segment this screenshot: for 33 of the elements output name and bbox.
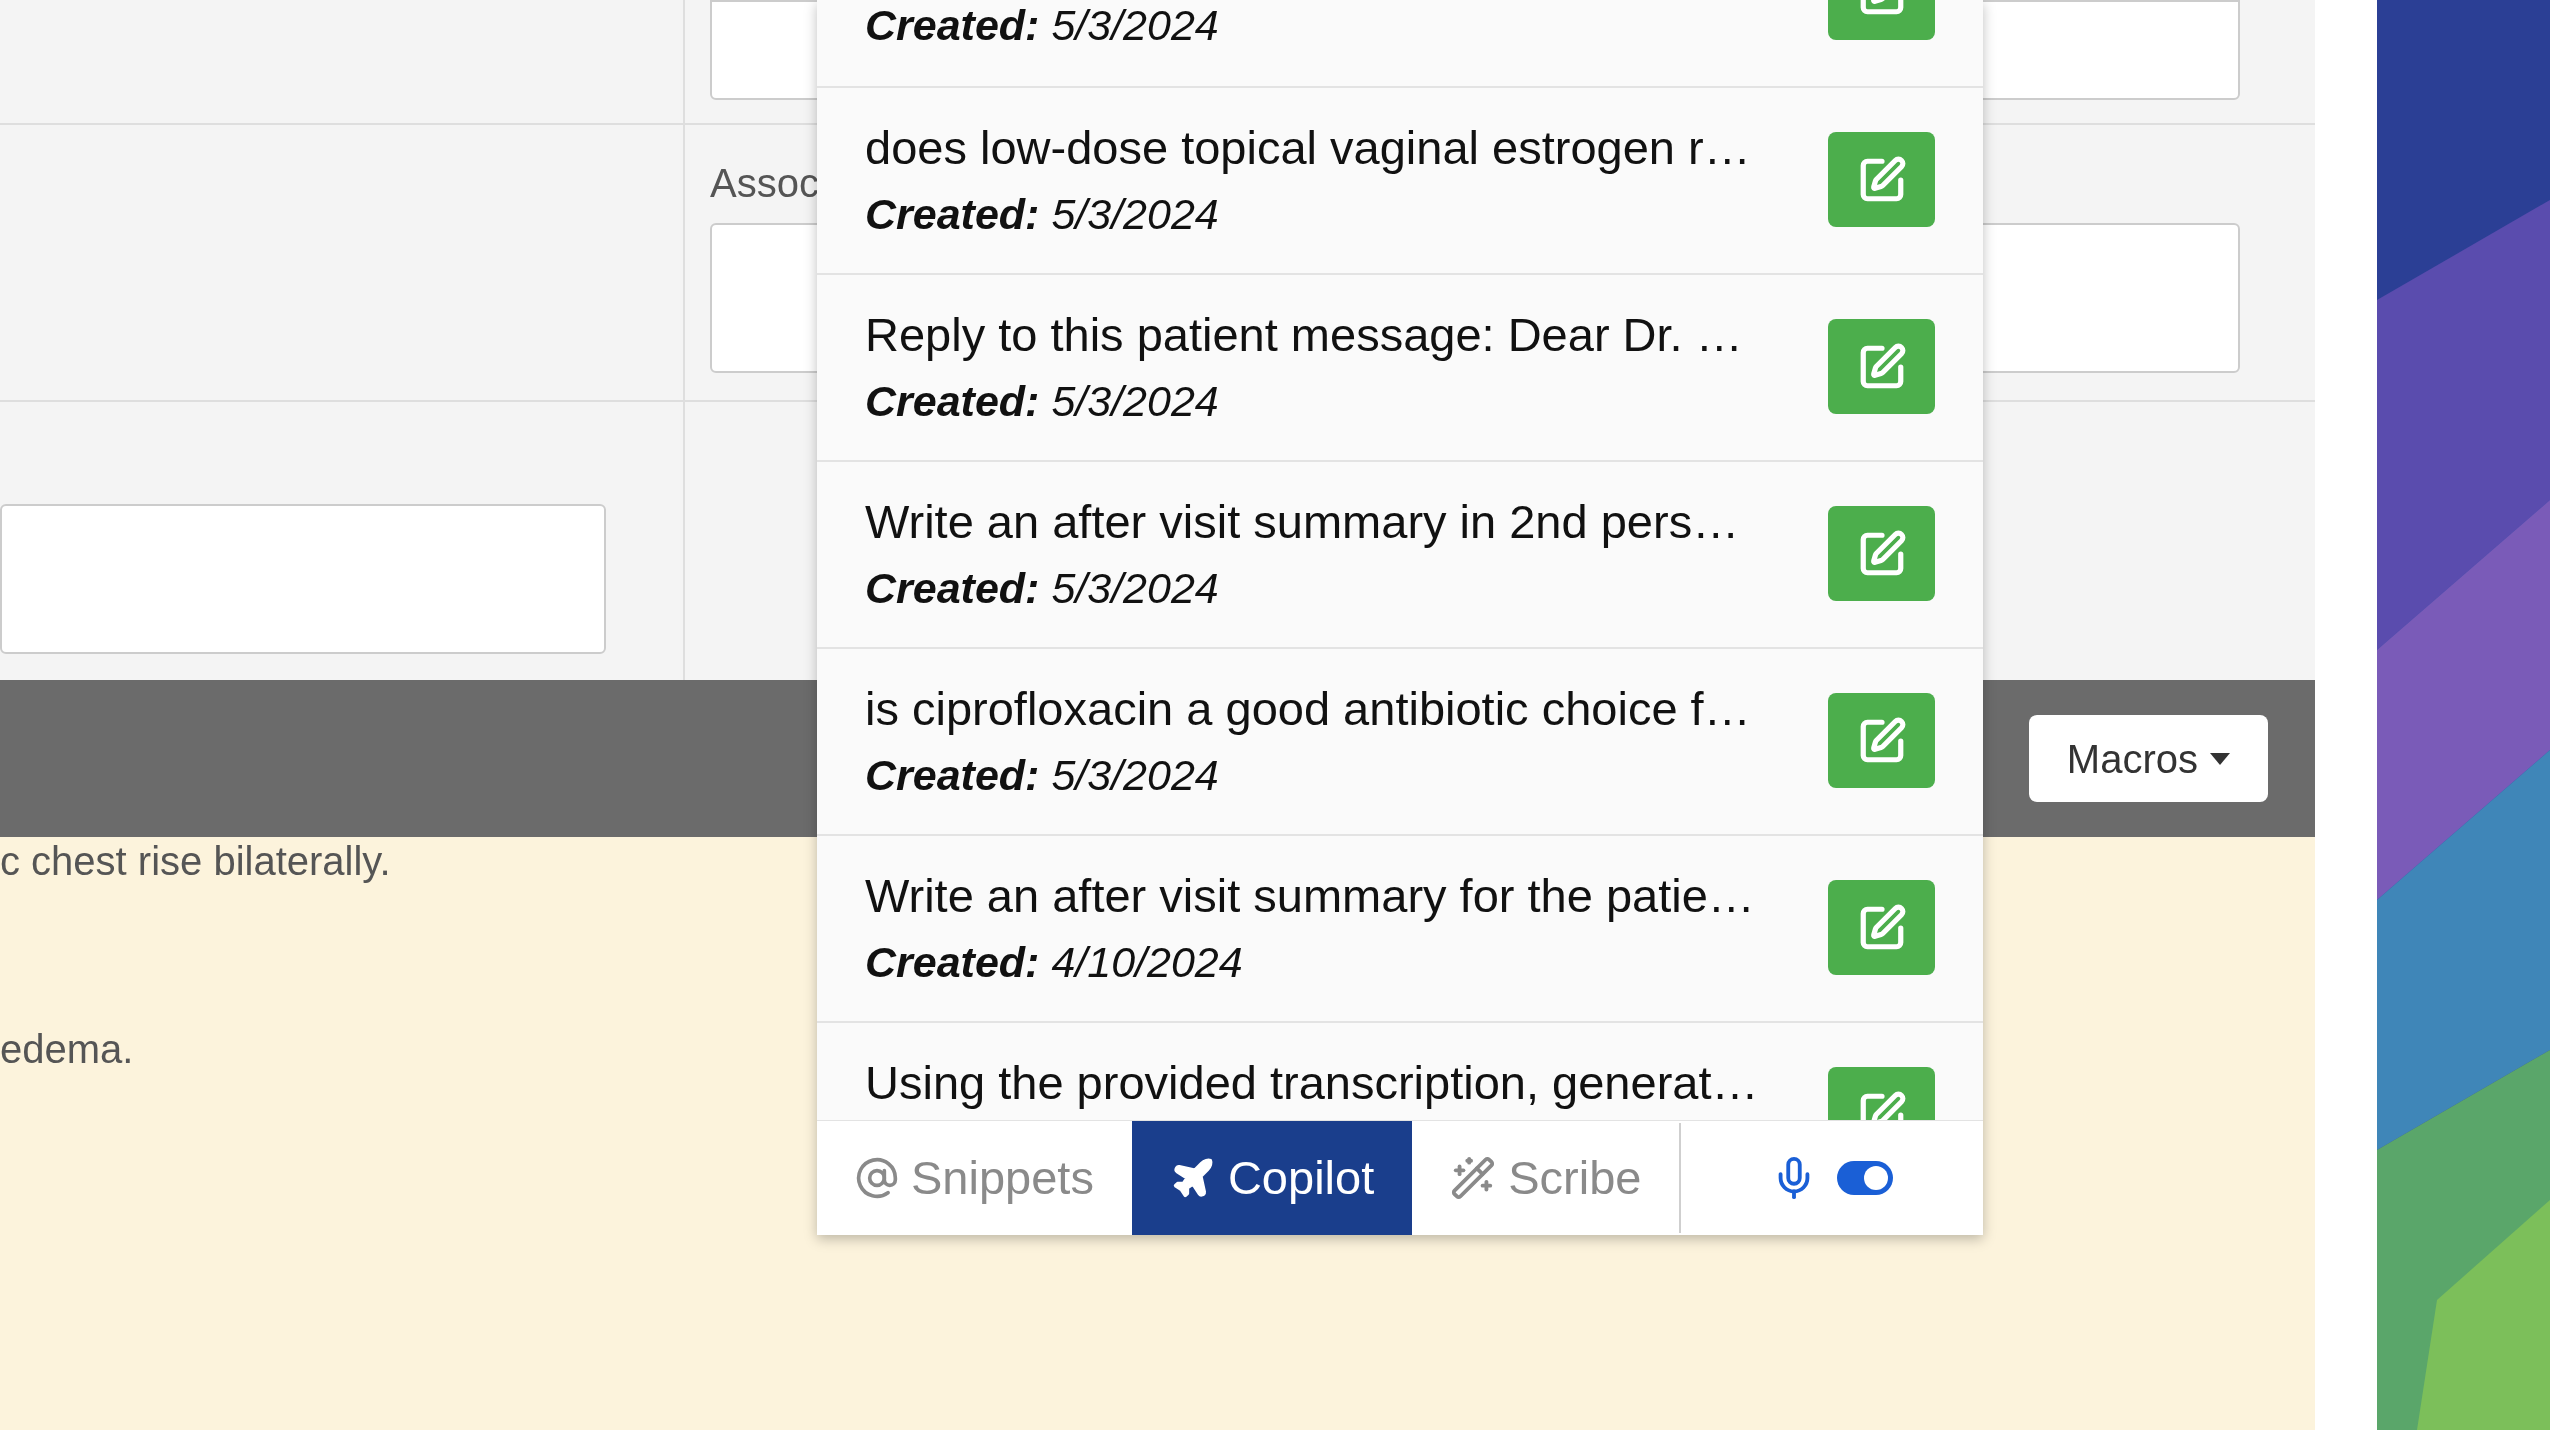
created-date: Created: 5/3/2024 — [865, 750, 1219, 800]
created-date: Created: 5/3/2024 — [865, 0, 1219, 50]
text-area[interactable] — [0, 504, 606, 654]
created-date: Created: 5/3/2024 — [865, 563, 1219, 613]
field-label: Assoc — [710, 160, 819, 207]
prompt-title: does low-dose topical vaginal estrogen r… — [865, 123, 1751, 173]
created-date: Created: 5/3/2024 — [865, 376, 1219, 426]
prompt-title: Write an after visit summary in 2nd pers… — [865, 497, 1740, 547]
edit-button[interactable] — [1828, 880, 1935, 975]
created-date: Created: 5/3/2024 — [865, 189, 1219, 239]
magic-wand-icon — [1450, 1155, 1497, 1201]
prompt-title: Write an after visit summary for the patie… — [865, 871, 1755, 921]
prompt-title: is ciprofloxacin a good antibiotic choice f… — [865, 684, 1751, 734]
edit-button[interactable] — [1828, 693, 1935, 788]
edit-button[interactable] — [1828, 132, 1935, 227]
prompt-item[interactable]: Created: 5/3/2024 — [817, 0, 1983, 88]
edit-button[interactable] — [1828, 319, 1935, 414]
note-text: c chest rise bilaterally. — [0, 838, 392, 885]
tab[interactable]: Copilot — [1131, 1121, 1413, 1235]
caret-icon — [2210, 752, 2230, 765]
edit-button[interactable] — [1828, 506, 1935, 601]
prompt-item[interactable]: is ciprofloxacin a good antibiotic choice f… Created: 5/3/2024 — [817, 649, 1983, 836]
created-date: Created: 4/10/2024 — [865, 937, 1243, 987]
prompt-title: Using the provided transcription, generat… — [865, 1058, 1759, 1108]
note-text: edema. — [0, 1026, 135, 1073]
macros-button[interactable]: Macros — [2028, 715, 2268, 802]
prompt-item[interactable]: Write an after visit summary in 2nd pers… Created: 5/3/2024 — [817, 462, 1983, 649]
microphone-toggle[interactable] — [1837, 1161, 1894, 1195]
prompt-item[interactable]: Reply to this patient message: Dear Dr. … Created: 5/3/2024 — [817, 275, 1983, 462]
at-sign-icon — [855, 1156, 899, 1200]
prompt-item[interactable]: Write an after visit summary for the patie… Created: 4/10/2024 — [817, 836, 1983, 1023]
prompt-item[interactable]: does low-dose topical vaginal estrogen r… Created: 5/3/2024 — [817, 88, 1983, 275]
prompt-title: Reply to this patient message: Dear Dr. … — [865, 310, 1743, 360]
